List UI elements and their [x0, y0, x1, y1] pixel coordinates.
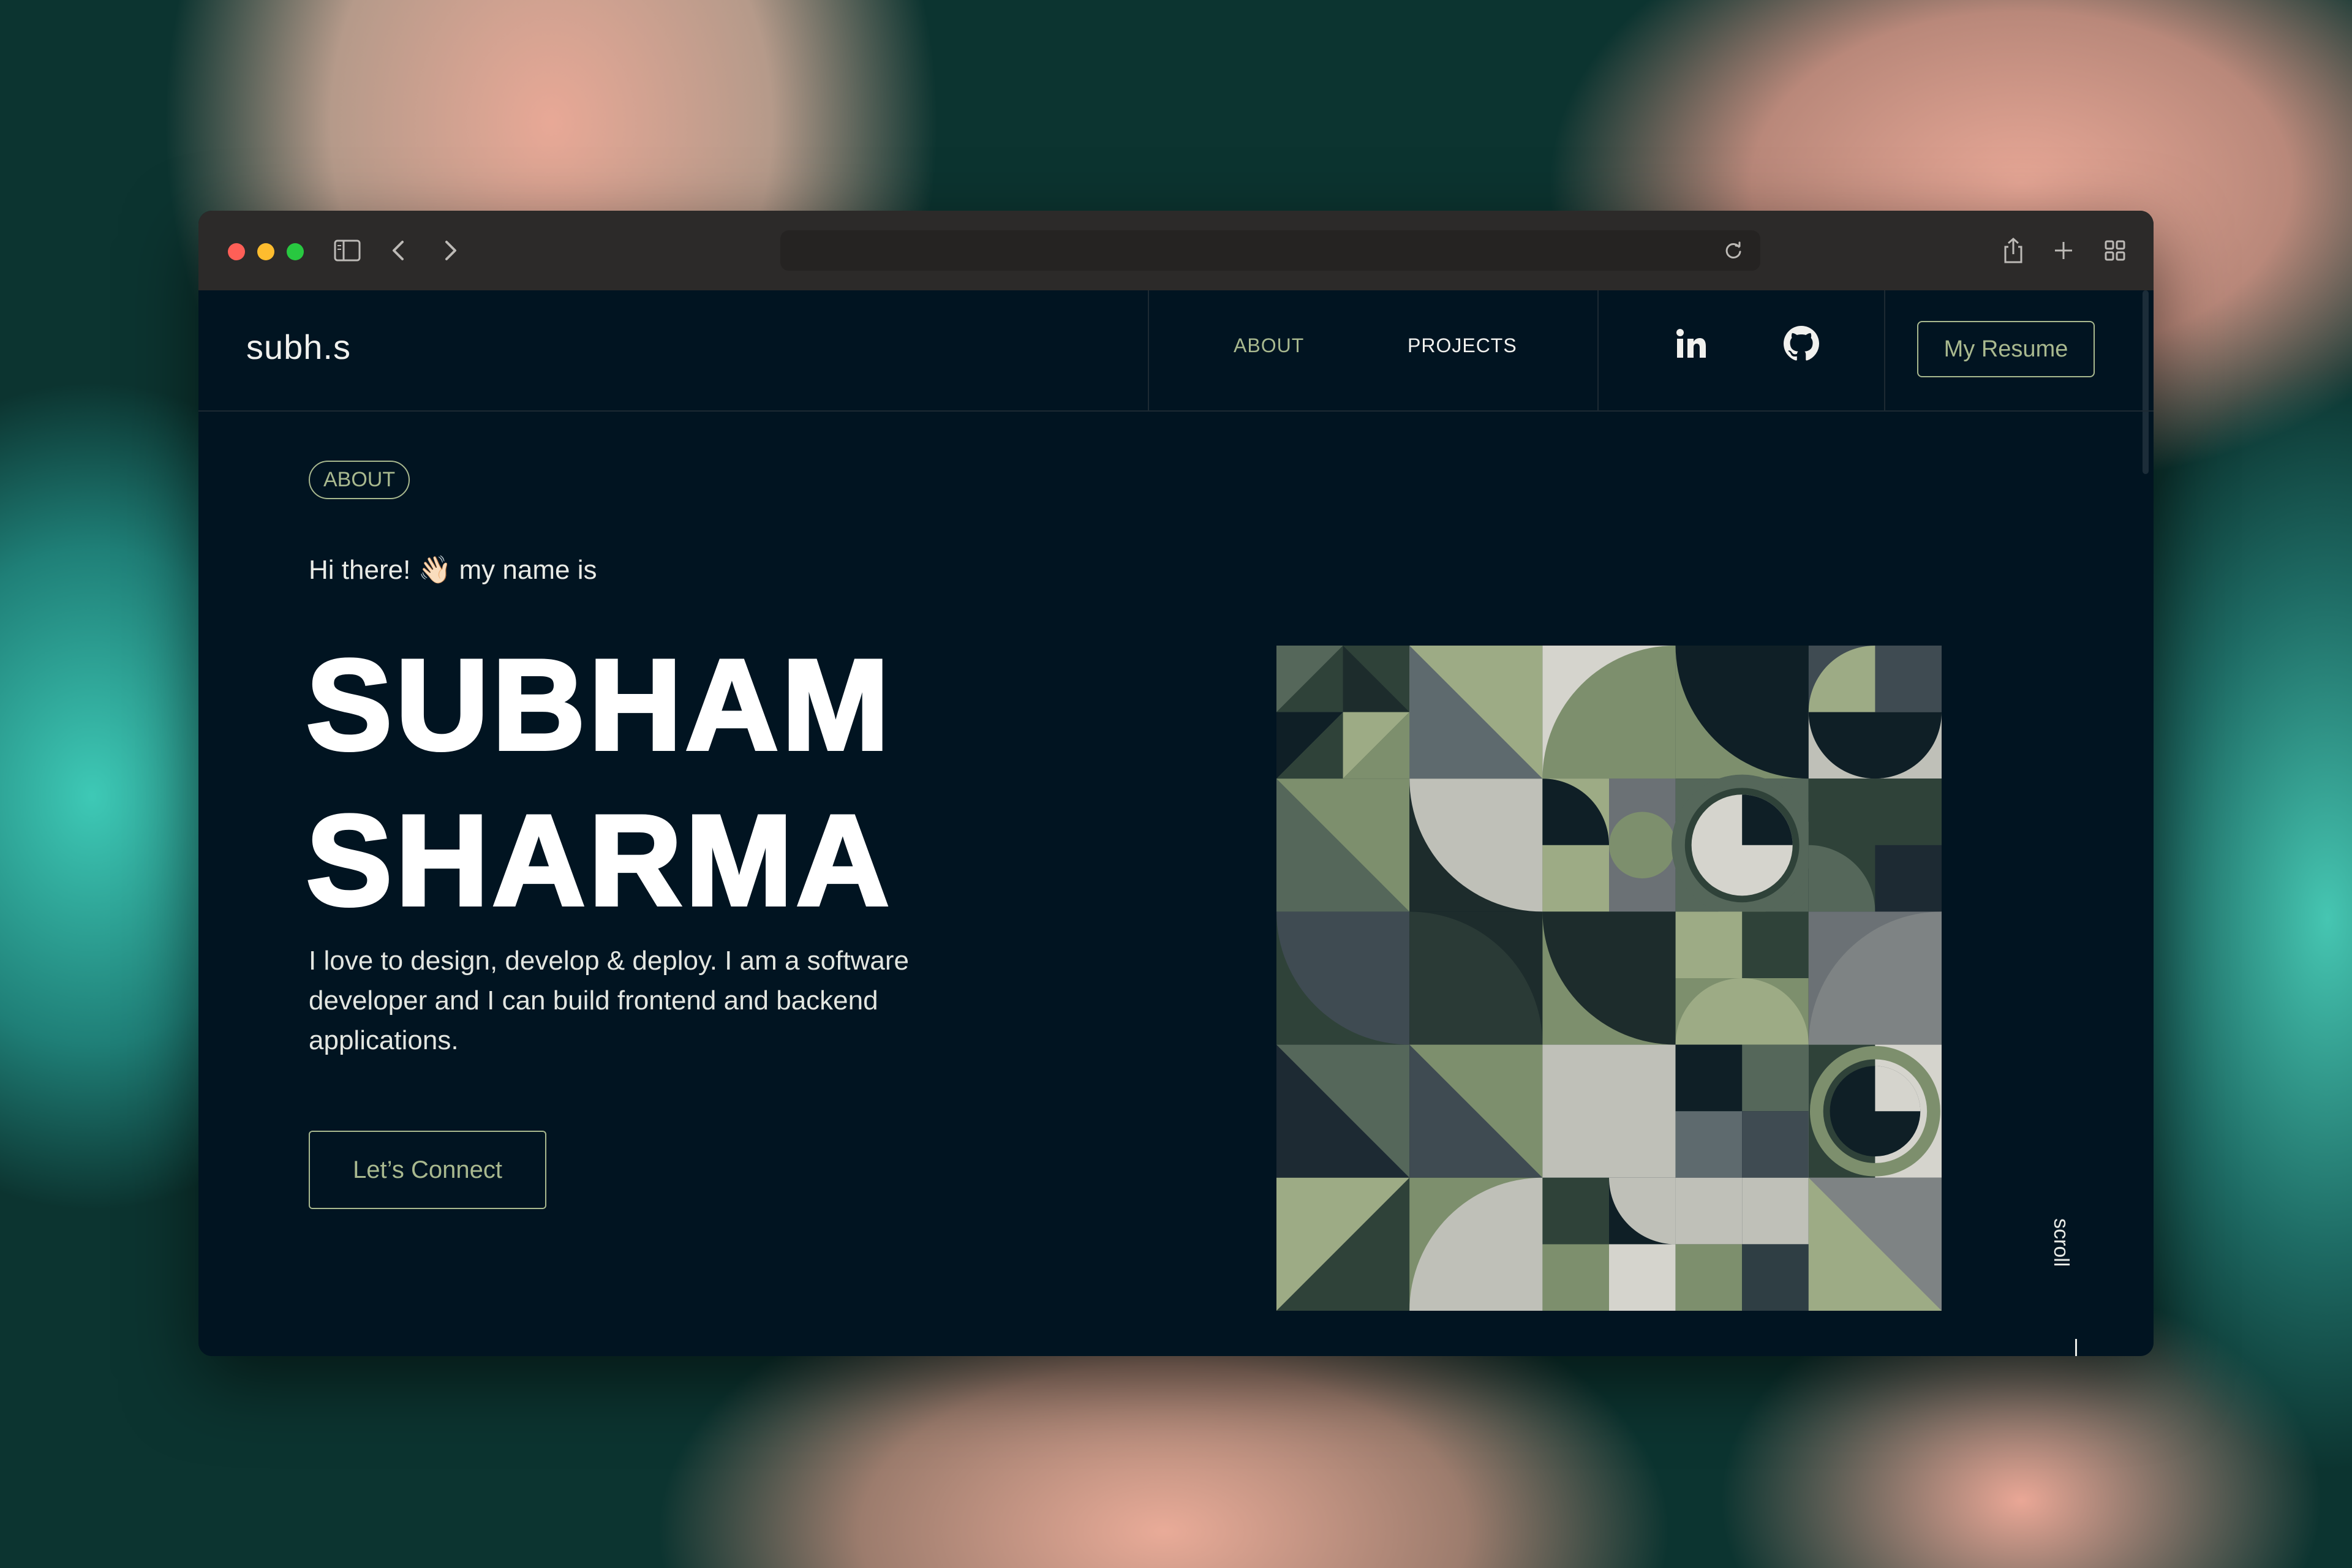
scroll-indicator-line: [2075, 1339, 2077, 1356]
browser-window: subh.s ABOUT PROJECTS My Resume ABOUT Hi…: [198, 211, 2154, 1356]
github-icon[interactable]: [1780, 322, 1823, 365]
sidebar-icon[interactable]: [332, 235, 363, 266]
nav-divider: [1884, 290, 1885, 410]
address-bar[interactable]: [780, 230, 1760, 271]
nav-link-about[interactable]: ABOUT: [1234, 334, 1304, 357]
site-header: subh.s ABOUT PROJECTS My Resume: [198, 290, 2154, 412]
forward-icon[interactable]: [435, 235, 466, 266]
back-icon[interactable]: [383, 235, 414, 266]
tab-overview-icon[interactable]: [2100, 235, 2130, 266]
resume-button[interactable]: My Resume: [1917, 321, 2095, 377]
site-logo[interactable]: subh.s: [246, 327, 351, 367]
window-controls: [228, 243, 304, 260]
nav-divider: [1597, 290, 1599, 410]
scroll-indicator-label: scroll: [2049, 1218, 2073, 1267]
nav-divider: [1148, 290, 1149, 410]
lets-connect-button[interactable]: Let’s Connect: [309, 1131, 546, 1209]
new-tab-icon[interactable]: [2048, 235, 2079, 266]
nav-link-projects[interactable]: PROJECTS: [1408, 334, 1517, 357]
minimize-window-button[interactable]: [257, 243, 274, 260]
hero-name: SUBHAM SHARMA: [304, 627, 893, 938]
greeting-text: Hi there! 👋🏻 my name is: [309, 555, 597, 585]
section-tag: ABOUT: [309, 461, 410, 499]
browser-toolbar: [198, 211, 2154, 290]
maximize-window-button[interactable]: [287, 243, 304, 260]
portfolio-page: subh.s ABOUT PROJECTS My Resume ABOUT Hi…: [198, 290, 2154, 1356]
geometric-artwork: [1276, 646, 1942, 1311]
linkedin-icon[interactable]: [1670, 322, 1713, 365]
hero-name-first: SUBHAM: [304, 631, 893, 778]
reload-icon[interactable]: [1721, 238, 1746, 263]
close-window-button[interactable]: [228, 243, 245, 260]
share-icon[interactable]: [1998, 235, 2029, 266]
hero-name-last: SHARMA: [304, 786, 893, 934]
hero-bio: I love to design, develop & deploy. I am…: [309, 946, 909, 1055]
